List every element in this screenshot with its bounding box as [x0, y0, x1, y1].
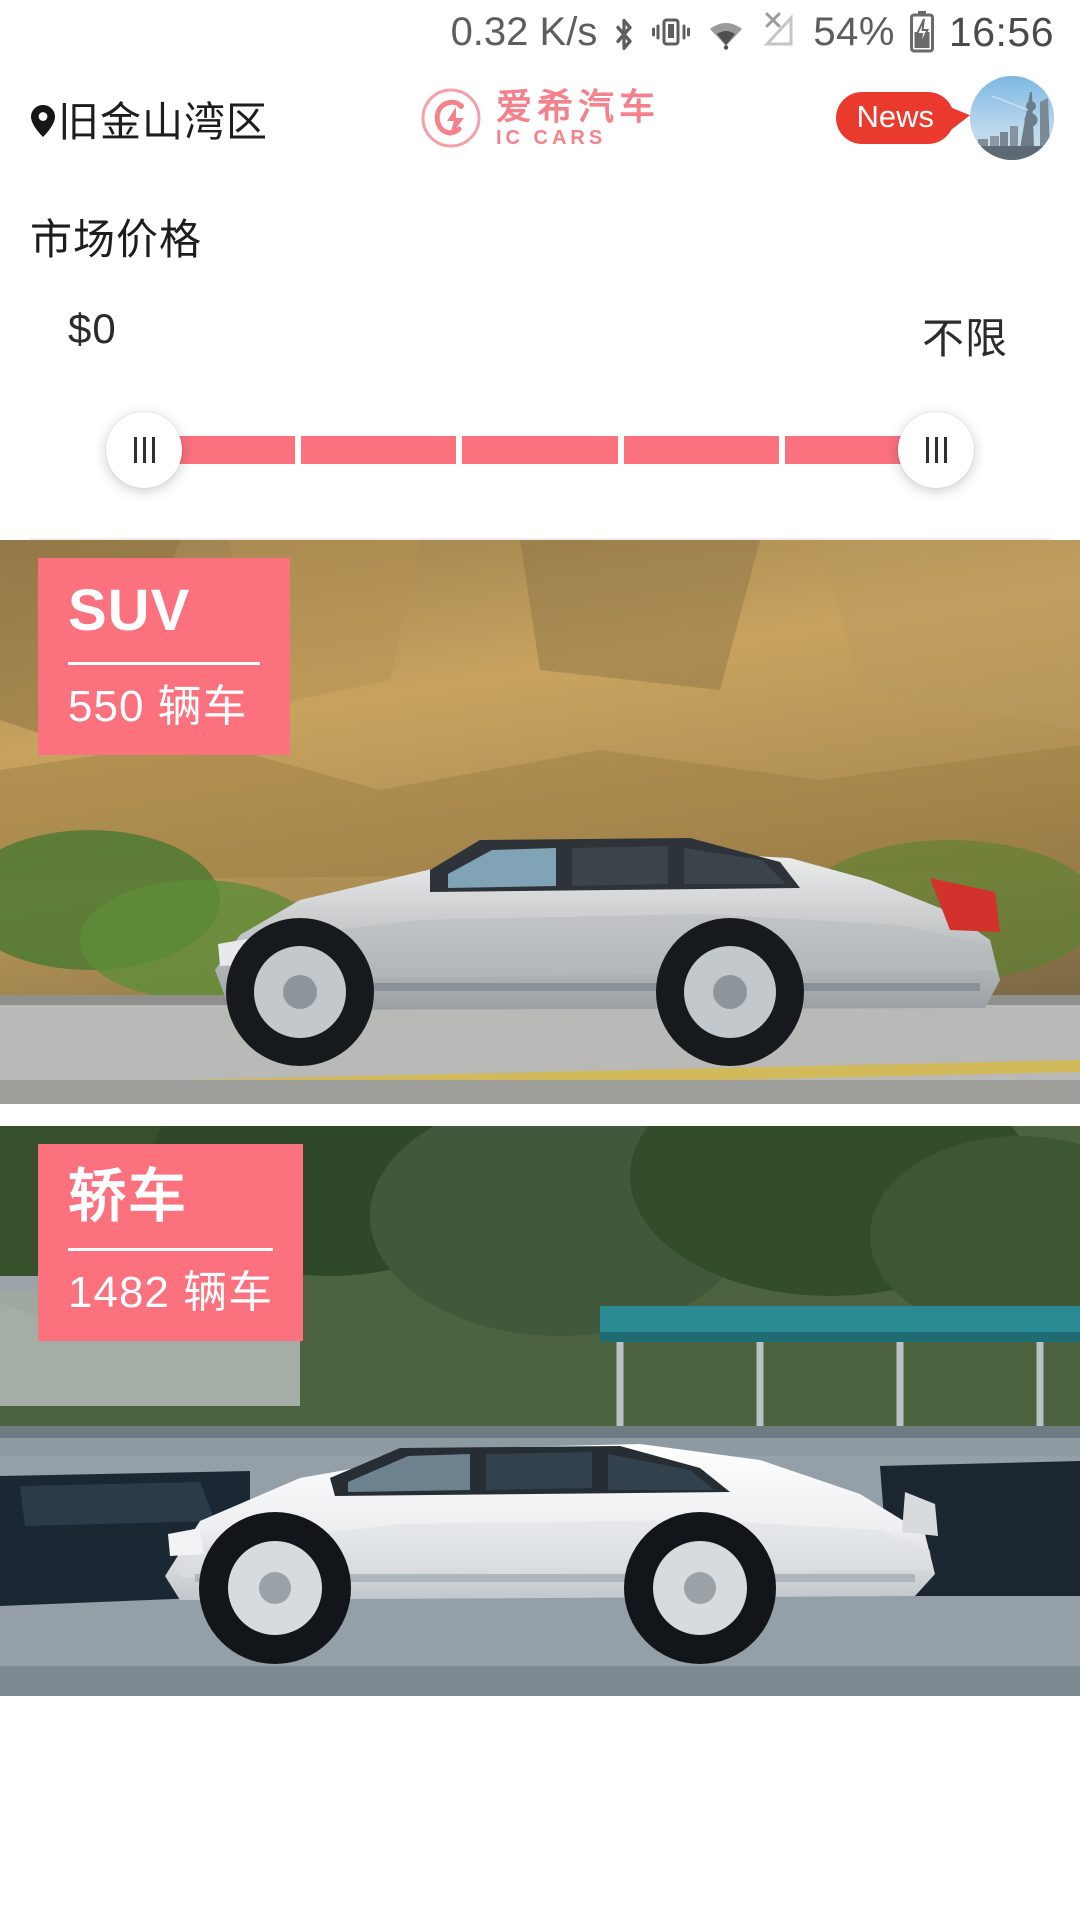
sedan-tag-count: 1482 辆车 [68, 1268, 274, 1317]
slider-segment [462, 436, 618, 464]
brand-name-en: IC CARS [495, 126, 607, 149]
brand-logo: 爱希汽车 IC CARS [420, 87, 660, 149]
slider-handle-grip-icon [133, 437, 137, 463]
filter-title: 市场价格 [30, 216, 203, 263]
category-card-list: SUV 550 辆车 轿车 1482 辆车 [0, 540, 1080, 1696]
slider-handle-min[interactable] [106, 412, 182, 488]
slider-segment [623, 436, 779, 464]
suv-tag-count: 550 辆车 [68, 682, 248, 731]
suv-tag-title: SUV [68, 578, 191, 643]
network-speed-text: 0.32 K/s [450, 9, 598, 54]
clock-text: 16:56 [948, 8, 1054, 55]
battery-percent-text: 54% [813, 9, 895, 54]
price-range-slider[interactable] [30, 390, 1050, 510]
user-avatar-skyline-icon [970, 76, 1054, 160]
tag-rule [68, 1248, 274, 1251]
slider-segment [301, 436, 457, 464]
category-card-sedan[interactable]: 轿车 1482 辆车 [0, 1126, 1080, 1696]
slider-handle-grip-icon [142, 437, 146, 463]
app-header: 旧金山湾区 爱希汽车 IC CARS News [0, 64, 1080, 172]
ic-cars-logo-icon [420, 87, 482, 149]
card-separator [0, 1104, 1080, 1126]
brand-text-block: 爱希汽车 IC CARS [495, 85, 661, 149]
sedan-tag: 轿车 1482 辆车 [38, 1144, 304, 1341]
signal-no-service-icon [761, 12, 799, 52]
range-max-label: 不限 [921, 315, 1008, 362]
location-selector[interactable]: 旧金山湾区 [30, 88, 268, 148]
category-card-suv[interactable]: SUV 550 辆车 [0, 540, 1080, 1104]
tag-rule [68, 662, 260, 665]
avatar[interactable] [970, 76, 1054, 160]
brand-name-cn: 爱希汽车 [495, 85, 661, 127]
location-pin-icon [30, 101, 56, 137]
suv-tag: SUV 550 辆车 [38, 558, 290, 755]
slider-track[interactable] [140, 436, 941, 464]
price-filter-section: 市场价格 $0 不限 [0, 172, 1080, 540]
range-min-label: $0 [68, 305, 117, 352]
news-badge[interactable]: News [836, 92, 954, 144]
slider-handle-grip-icon [925, 437, 929, 463]
slider-handle-grip-icon [934, 437, 938, 463]
range-labels: $0 不限 [30, 305, 1050, 366]
slider-handle-max[interactable] [898, 412, 974, 488]
slider-handle-grip-icon [943, 437, 947, 463]
slider-handle-grip-icon [151, 437, 155, 463]
status-bar: 0.32 K/s 54% 16:56 [0, 0, 1080, 64]
vibrate-icon [651, 12, 691, 52]
wifi-icon [705, 14, 747, 50]
location-label: 旧金山湾区 [58, 99, 268, 145]
header-right-group: News [836, 76, 1054, 160]
bluetooth-icon [611, 11, 637, 53]
sedan-tag-title: 轿车 [68, 1164, 189, 1229]
battery-charging-icon [909, 10, 935, 54]
